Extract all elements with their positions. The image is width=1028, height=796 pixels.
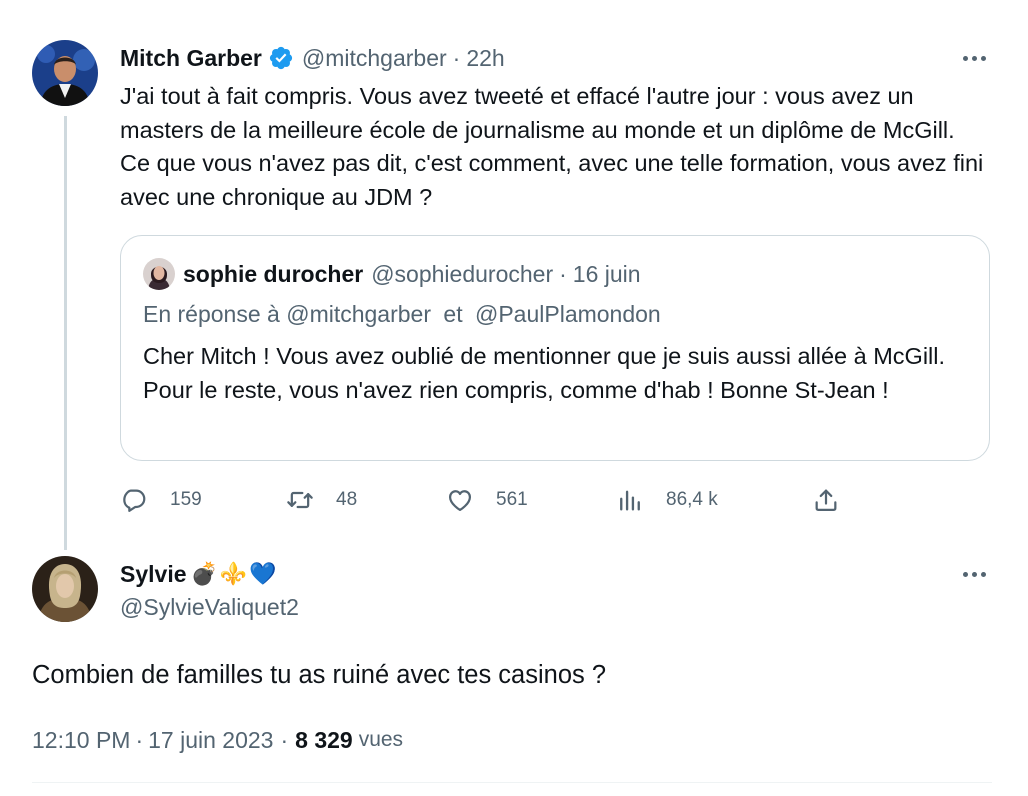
reply-button[interactable]: 159 xyxy=(120,484,202,516)
reply-and: et xyxy=(443,301,463,327)
retweet-icon xyxy=(287,491,313,509)
reply-author-name[interactable]: Sylvie xyxy=(120,561,187,588)
analytics-bar-icon xyxy=(620,490,640,511)
reply-author-avatar[interactable] xyxy=(32,556,98,622)
verified-badge-icon xyxy=(268,45,294,71)
author-emoji: 💣⚜️💙 xyxy=(190,561,279,586)
like-button[interactable]: 561 xyxy=(446,484,528,516)
reply-time[interactable]: 12:10 PM xyxy=(32,727,130,754)
views-button[interactable]: 86,4 k xyxy=(616,484,718,516)
quote-reply-context: En réponse à @mitchgarber et @PaulPlamon… xyxy=(143,298,661,330)
quote-date[interactable]: 16 juin xyxy=(573,261,641,288)
header-separator: · xyxy=(452,44,461,71)
reply-meta: 12:10 PM · 17 juin 2023 · 8 329 vues xyxy=(32,724,403,756)
heart-icon xyxy=(448,490,472,512)
retweet-button[interactable]: 48 xyxy=(286,484,357,516)
meta-separator: · xyxy=(280,726,289,753)
share-button[interactable] xyxy=(812,484,840,516)
reply-author-handle[interactable]: @SylvieValiquet2 xyxy=(120,592,299,622)
reply-text: Combien de familles tu as ruiné avec tes… xyxy=(32,661,607,689)
more-dot-icon xyxy=(962,55,968,61)
meta-separator: · xyxy=(135,726,144,753)
more-dot-icon xyxy=(980,55,986,61)
author-avatar[interactable] xyxy=(32,40,98,106)
more-dot-icon xyxy=(980,571,986,577)
reply-date[interactable]: 17 juin 2023 xyxy=(148,727,273,754)
quote-author-handle[interactable]: @sophiedurocher xyxy=(371,261,553,288)
author-handle[interactable]: @mitchgarber xyxy=(302,45,447,72)
thread-connector-line xyxy=(64,116,67,550)
bottom-divider xyxy=(32,782,992,783)
reply-count: 159 xyxy=(170,489,202,510)
more-dot-icon xyxy=(971,571,977,577)
quote-author-avatar[interactable] xyxy=(143,258,175,290)
tweet-time[interactable]: 22h xyxy=(466,45,504,72)
reply-views-count: 8 329 xyxy=(295,726,353,753)
tweet-header: Mitch Garber @mitchgarber · 22h xyxy=(120,42,505,74)
tweet-text: J'ai tout à fait compris. Vous avez twee… xyxy=(120,83,984,210)
reply-prefix: En réponse à xyxy=(143,301,280,327)
more-dot-icon xyxy=(971,55,977,61)
quote-header: sophie durocher @sophiedurocher · 16 jui… xyxy=(183,258,641,290)
more-options-button[interactable] xyxy=(956,48,992,68)
quote-text: Cher Mitch ! Vous avez oublié de mention… xyxy=(143,343,946,403)
retweet-count: 48 xyxy=(336,489,358,510)
reply-icon xyxy=(123,489,146,512)
quoted-tweet-card[interactable]: sophie durocher @sophiedurocher · 16 jui… xyxy=(120,235,990,461)
quote-header-separator: · xyxy=(559,260,567,287)
share-icon xyxy=(815,489,837,512)
like-count: 561 xyxy=(496,489,528,510)
author-name[interactable]: Mitch Garber xyxy=(120,45,262,72)
views-count: 86,4 k xyxy=(666,489,718,510)
quote-author-name[interactable]: sophie durocher xyxy=(183,261,363,288)
reply-views-label: vues xyxy=(358,728,404,751)
more-dot-icon xyxy=(962,571,968,577)
reply-more-options-button[interactable] xyxy=(956,564,992,584)
reply-header: Sylvie 💣⚜️💙 xyxy=(120,558,279,590)
reply-to-mention[interactable]: @PaulPlamondon xyxy=(475,301,661,327)
reply-to-mention[interactable]: @mitchgarber xyxy=(286,301,431,327)
